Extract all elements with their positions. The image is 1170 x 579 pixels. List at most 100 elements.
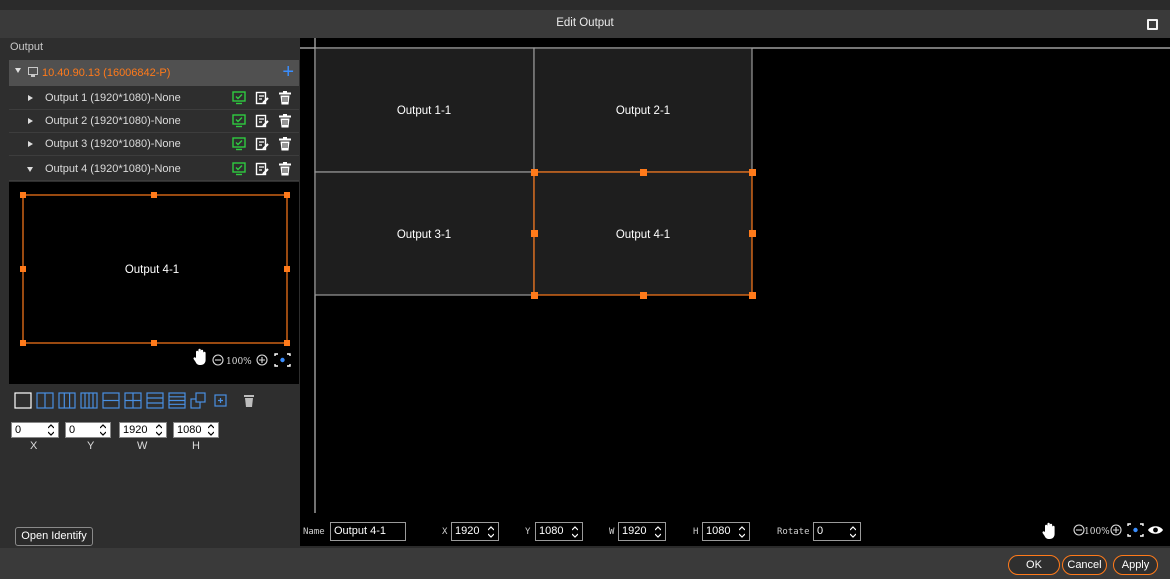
layout-3col-icon[interactable] bbox=[58, 392, 76, 409]
canvas-cell-label: Output 4-1 bbox=[616, 229, 670, 241]
x-input[interactable]: 1920 bbox=[451, 522, 499, 541]
layout-4row-icon[interactable] bbox=[168, 392, 186, 409]
spinner-arrows-icon[interactable] bbox=[488, 526, 494, 538]
delete-icon[interactable] bbox=[278, 137, 292, 151]
edit-icon[interactable] bbox=[255, 114, 269, 128]
output-row-label: Output 4 (1920*1080)-None bbox=[45, 163, 181, 175]
y-label: Y bbox=[525, 527, 531, 537]
output-canvas[interactable]: Output 1-1 Output 2-1 Output 3-1 Output … bbox=[300, 38, 1170, 518]
delete-region-icon[interactable] bbox=[244, 395, 254, 407]
output-row-1[interactable]: Output 1 (1920*1080)-None bbox=[9, 88, 299, 110]
eye-icon[interactable] bbox=[1148, 526, 1163, 534]
h-input[interactable]: 1080 bbox=[702, 522, 750, 541]
canvas-cell-label: Output 2-1 bbox=[616, 105, 670, 117]
layout-toolbar bbox=[9, 386, 299, 416]
x-label: X bbox=[442, 527, 448, 537]
expand-arrow-icon[interactable] bbox=[28, 141, 33, 147]
output-row-2[interactable]: Output 2 (1920*1080)-None bbox=[9, 111, 299, 133]
ok-button[interactable]: OK bbox=[1008, 555, 1060, 575]
zoom-in-icon[interactable] bbox=[256, 354, 268, 366]
w-caption: W bbox=[137, 440, 148, 452]
title-bar: Edit Output bbox=[0, 10, 1170, 38]
monitor-icon bbox=[28, 67, 38, 77]
device-label: 10.40.90.13 (16006842-P) bbox=[42, 67, 171, 79]
canvas-zoom-level: 100% bbox=[1084, 527, 1110, 537]
y-caption: Y bbox=[87, 440, 95, 452]
x-input[interactable]: 0 bbox=[11, 422, 59, 438]
delete-icon[interactable] bbox=[278, 114, 292, 128]
name-label: Name bbox=[303, 527, 325, 537]
open-identify-button[interactable]: Open Identify bbox=[15, 527, 93, 546]
device-row[interactable]: 10.40.90.13 (16006842-P) + bbox=[9, 60, 299, 86]
fit-view-icon[interactable] bbox=[274, 353, 291, 367]
rotate-label: Rotate bbox=[777, 527, 810, 537]
properties-bar: Name Output 4-1 X 1920 Y 1080 W 1920 H 1… bbox=[300, 518, 1170, 546]
edit-icon[interactable] bbox=[255, 91, 269, 105]
output-row-label: Output 2 (1920*1080)-None bbox=[45, 115, 181, 127]
expand-arrow-icon[interactable] bbox=[15, 68, 21, 73]
output-row-label: Output 3 (1920*1080)-None bbox=[45, 138, 181, 150]
spinner-arrows-icon[interactable] bbox=[48, 424, 54, 436]
collapse-arrow-icon[interactable] bbox=[27, 167, 33, 172]
window-title: Edit Output bbox=[556, 17, 614, 29]
preview-zoom-level: 100% bbox=[226, 357, 252, 367]
output-section-label: Output bbox=[10, 41, 44, 53]
layout-2row-icon[interactable] bbox=[102, 392, 120, 409]
expand-arrow-icon[interactable] bbox=[28, 95, 33, 101]
delete-icon[interactable] bbox=[278, 162, 292, 176]
hand-tool-icon[interactable] bbox=[193, 348, 206, 365]
hand-tool-icon[interactable] bbox=[1042, 522, 1055, 539]
layout-4col-icon[interactable] bbox=[80, 392, 98, 409]
output-row-3[interactable]: Output 3 (1920*1080)-None bbox=[9, 134, 299, 156]
canvas-cell-label: Output 3-1 bbox=[397, 229, 451, 241]
output-row-4[interactable]: Output 4 (1920*1080)-None bbox=[9, 159, 299, 181]
spinner-arrows-icon[interactable] bbox=[100, 424, 106, 436]
spinner-arrows-icon[interactable] bbox=[739, 526, 745, 538]
fit-view-icon[interactable] bbox=[1127, 523, 1144, 537]
display-check-icon[interactable] bbox=[232, 137, 246, 151]
layout-overlap-icon[interactable] bbox=[190, 392, 206, 409]
name-input[interactable]: Output 4-1 bbox=[330, 522, 406, 541]
y-input[interactable]: 1080 bbox=[535, 522, 583, 541]
layout-2col-icon[interactable] bbox=[36, 392, 54, 409]
spinner-arrows-icon[interactable] bbox=[208, 424, 214, 436]
zoom-out-icon[interactable] bbox=[212, 354, 224, 366]
preview-canvas: Output 4-1 100% bbox=[20, 192, 291, 367]
edit-icon[interactable] bbox=[255, 137, 269, 151]
canvas-cell-label: Output 1-1 bbox=[397, 105, 451, 117]
display-check-icon[interactable] bbox=[232, 114, 246, 128]
rotate-input[interactable]: 0 bbox=[813, 522, 861, 541]
cancel-button[interactable]: Cancel bbox=[1062, 555, 1107, 575]
zoom-in-icon[interactable] bbox=[1110, 524, 1122, 536]
spinner-arrows-icon[interactable] bbox=[850, 526, 856, 538]
y-input[interactable]: 0 bbox=[65, 422, 111, 438]
w-input[interactable]: 1920 bbox=[618, 522, 666, 541]
add-output-button[interactable]: + bbox=[282, 60, 294, 84]
output-preview[interactable]: Output 4-1 100% bbox=[9, 182, 299, 384]
h-caption: H bbox=[192, 440, 200, 452]
layout-grid-icon[interactable] bbox=[124, 392, 142, 409]
display-check-icon[interactable] bbox=[232, 91, 246, 105]
edit-icon[interactable] bbox=[255, 162, 269, 176]
spinner-arrows-icon[interactable] bbox=[655, 526, 661, 538]
zoom-out-icon[interactable] bbox=[1073, 524, 1085, 536]
layout-single-icon[interactable] bbox=[14, 392, 32, 409]
display-check-icon[interactable] bbox=[232, 162, 246, 176]
region-position-fields: 0 0 1920 1080 X Y W H bbox=[9, 416, 299, 456]
preview-region-label: Output 4-1 bbox=[125, 264, 179, 276]
output-row-label: Output 1 (1920*1080)-None bbox=[45, 92, 181, 104]
apply-button[interactable]: Apply bbox=[1113, 555, 1158, 575]
add-region-icon[interactable] bbox=[214, 394, 227, 407]
spinner-arrows-icon[interactable] bbox=[156, 424, 162, 436]
maximize-icon[interactable] bbox=[1147, 19, 1158, 30]
w-label: W bbox=[609, 527, 615, 537]
h-input[interactable]: 1080 bbox=[173, 422, 219, 438]
w-input[interactable]: 1920 bbox=[119, 422, 167, 438]
expand-arrow-icon[interactable] bbox=[28, 118, 33, 124]
layout-3row-icon[interactable] bbox=[146, 392, 164, 409]
delete-icon[interactable] bbox=[278, 91, 292, 105]
h-label: H bbox=[693, 527, 699, 537]
x-caption: X bbox=[30, 440, 38, 452]
dialog-footer: OK Cancel Apply bbox=[0, 548, 1170, 579]
spinner-arrows-icon[interactable] bbox=[572, 526, 578, 538]
